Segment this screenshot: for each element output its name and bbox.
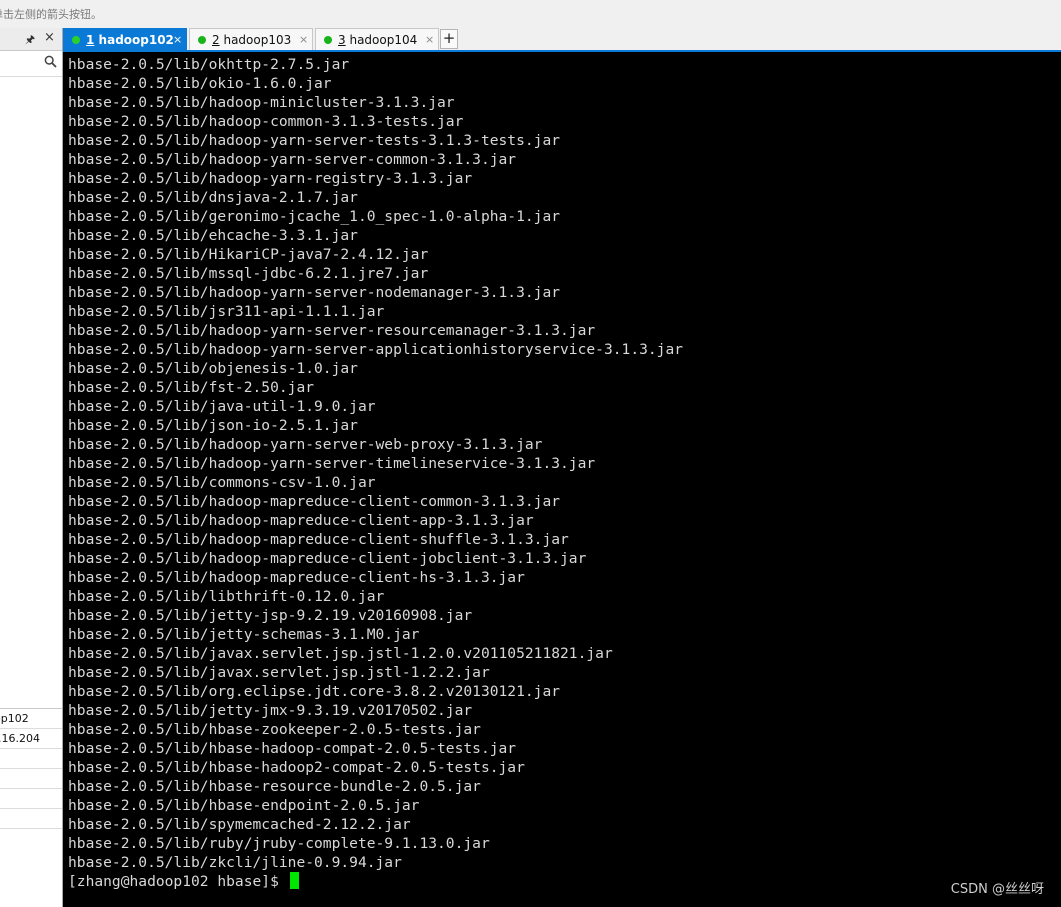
tab-number: 2 bbox=[212, 33, 220, 47]
terminal-line: hbase-2.0.5/lib/hadoop-yarn-registry-3.1… bbox=[68, 170, 473, 187]
close-tab-icon[interactable]: × bbox=[173, 29, 182, 51]
terminal-line: hbase-2.0.5/lib/fst-2.50.jar bbox=[68, 379, 315, 396]
property-row: op102 bbox=[0, 709, 62, 729]
terminal-prompt-line: [zhang@hadoop102 hbase]$ bbox=[68, 872, 1061, 891]
session-search-input[interactable] bbox=[0, 51, 62, 77]
terminal-line: hbase-2.0.5/lib/zkcli/jline-0.9.94.jar bbox=[68, 854, 402, 871]
pin-icon[interactable]: 🖈 bbox=[25, 31, 35, 50]
property-row bbox=[0, 809, 62, 829]
tab-hadoop104[interactable]: 3 hadoop104 × bbox=[315, 28, 439, 50]
terminal-line: hbase-2.0.5/lib/hadoop-yarn-server-timel… bbox=[68, 455, 596, 472]
terminal-line: hbase-2.0.5/lib/ehcache-3.3.1.jar bbox=[68, 227, 358, 244]
terminal-line: hbase-2.0.5/lib/hbase-endpoint-2.0.5.jar bbox=[68, 797, 420, 814]
terminal-line: hbase-2.0.5/lib/json-io-2.5.1.jar bbox=[68, 417, 358, 434]
top-hint-bar: 单击左侧的箭头按钮。 bbox=[0, 0, 1061, 28]
tab-label: hadoop102 bbox=[98, 33, 174, 47]
add-tab-button[interactable]: + bbox=[440, 29, 458, 49]
terminal-line: hbase-2.0.5/lib/hadoop-mapreduce-client-… bbox=[68, 550, 587, 567]
terminal-line: hbase-2.0.5/lib/jetty-jmx-9.3.19.v201705… bbox=[68, 702, 473, 719]
terminal-line: hbase-2.0.5/lib/hadoop-yarn-server-nodem… bbox=[68, 284, 561, 301]
terminal-line: hbase-2.0.5/lib/hadoop-yarn-server-commo… bbox=[68, 151, 517, 168]
tab-label: hadoop104 bbox=[349, 33, 418, 47]
terminal-line: hbase-2.0.5/lib/hadoop-yarn-server-tests… bbox=[68, 132, 561, 149]
tab-label: hadoop103 bbox=[223, 33, 292, 47]
terminal-line: hbase-2.0.5/lib/org.eclipse.jdt.core-3.8… bbox=[68, 683, 561, 700]
terminal-cursor bbox=[289, 872, 299, 889]
property-row bbox=[0, 769, 62, 789]
terminal-output[interactable]: hbase-2.0.5/lib/okhttp-2.7.5.jar hbase-2.… bbox=[63, 52, 1061, 907]
terminal-line: hbase-2.0.5/lib/hbase-hadoop2-compat-2.0… bbox=[68, 759, 525, 776]
terminal-line: hbase-2.0.5/lib/dnsjava-2.1.7.jar bbox=[68, 189, 358, 206]
tab-number: 1 bbox=[86, 33, 95, 47]
terminal-line: hbase-2.0.5/lib/okio-1.6.0.jar bbox=[68, 75, 332, 92]
tab-number: 3 bbox=[338, 33, 346, 47]
terminal-line: hbase-2.0.5/lib/commons-csv-1.0.jar bbox=[68, 474, 376, 491]
close-tab-icon[interactable]: × bbox=[299, 29, 308, 51]
top-hint-text: 单击左侧的箭头按钮。 bbox=[0, 8, 102, 21]
connected-status-icon bbox=[324, 36, 332, 44]
terminal-line: hbase-2.0.5/lib/mssql-jdbc-6.2.1.jre7.ja… bbox=[68, 265, 429, 282]
close-icon[interactable]: × bbox=[44, 30, 55, 45]
terminal-line: hbase-2.0.5/lib/geronimo-jcache_1.0_spec… bbox=[68, 208, 561, 225]
terminal-line: hbase-2.0.5/lib/hadoop-yarn-server-resou… bbox=[68, 322, 596, 339]
terminal-line: hbase-2.0.5/lib/ruby/jruby-complete-9.1.… bbox=[68, 835, 490, 852]
session-sidebar: 🖈 × op102 .16.204 bbox=[0, 28, 62, 907]
tab-hadoop103[interactable]: 2 hadoop103 × bbox=[189, 28, 313, 50]
terminal-line: hbase-2.0.5/lib/HikariCP-java7-2.4.12.ja… bbox=[68, 246, 429, 263]
terminal-line: hbase-2.0.5/lib/hadoop-minicluster-3.1.3… bbox=[68, 94, 455, 111]
terminal-lines: hbase-2.0.5/lib/okhttp-2.7.5.jar hbase-2.… bbox=[68, 55, 1061, 872]
terminal-line: hbase-2.0.5/lib/javax.servlet.jsp.jstl-1… bbox=[68, 664, 490, 681]
terminal-line: hbase-2.0.5/lib/hbase-resource-bundle-2.… bbox=[68, 778, 481, 795]
terminal-line: hbase-2.0.5/lib/hbase-hadoop-compat-2.0.… bbox=[68, 740, 517, 757]
terminal-line: hbase-2.0.5/lib/jetty-schemas-3.1.M0.jar bbox=[68, 626, 420, 643]
terminal-line: hbase-2.0.5/lib/hadoop-mapreduce-client-… bbox=[68, 569, 525, 586]
property-row: .16.204 bbox=[0, 729, 62, 749]
terminal-line: hbase-2.0.5/lib/hadoop-common-3.1.3-test… bbox=[68, 113, 464, 130]
terminal-line: hbase-2.0.5/lib/libthrift-0.12.0.jar bbox=[68, 588, 385, 605]
terminal-line: hbase-2.0.5/lib/hadoop-yarn-server-web-p… bbox=[68, 436, 543, 453]
terminal-line: hbase-2.0.5/lib/hadoop-mapreduce-client-… bbox=[68, 512, 534, 529]
property-row bbox=[0, 749, 62, 769]
sidebar-header: 🖈 × bbox=[0, 28, 62, 51]
terminal-line: hbase-2.0.5/lib/okhttp-2.7.5.jar bbox=[68, 56, 350, 73]
shell-prompt: [zhang@hadoop102 hbase]$ bbox=[68, 873, 288, 890]
terminal-line: hbase-2.0.5/lib/hbase-zookeeper-2.0.5-te… bbox=[68, 721, 481, 738]
terminal-line: hbase-2.0.5/lib/jsr311-api-1.1.1.jar bbox=[68, 303, 385, 320]
connected-status-icon bbox=[198, 36, 206, 44]
tab-hadoop102[interactable]: 1 hadoop102 × bbox=[63, 28, 187, 50]
terminal-line: hbase-2.0.5/lib/objenesis-1.0.jar bbox=[68, 360, 358, 377]
property-row bbox=[0, 789, 62, 809]
watermark: CSDN @丝丝呀 bbox=[950, 882, 1044, 897]
search-icon[interactable] bbox=[44, 55, 57, 68]
terminal-line: hbase-2.0.5/lib/hadoop-mapreduce-client-… bbox=[68, 493, 561, 510]
terminal-line: hbase-2.0.5/lib/javax.servlet.jsp.jstl-1… bbox=[68, 645, 613, 662]
terminal-line: hbase-2.0.5/lib/hadoop-yarn-server-appli… bbox=[68, 341, 684, 358]
terminal-line: hbase-2.0.5/lib/jetty-jsp-9.2.19.v201609… bbox=[68, 607, 473, 624]
close-tab-icon[interactable]: × bbox=[425, 29, 434, 51]
terminal-line: hbase-2.0.5/lib/java-util-1.9.0.jar bbox=[68, 398, 376, 415]
terminal-line: hbase-2.0.5/lib/spymemcached-2.12.2.jar bbox=[68, 816, 411, 833]
session-properties: op102 .16.204 bbox=[0, 708, 62, 829]
session-tab-bar: 1 hadoop102 × 2 hadoop103 × 3 hadoop104 … bbox=[63, 28, 1061, 51]
connected-status-icon bbox=[72, 36, 80, 44]
terminal-line: hbase-2.0.5/lib/hadoop-mapreduce-client-… bbox=[68, 531, 569, 548]
